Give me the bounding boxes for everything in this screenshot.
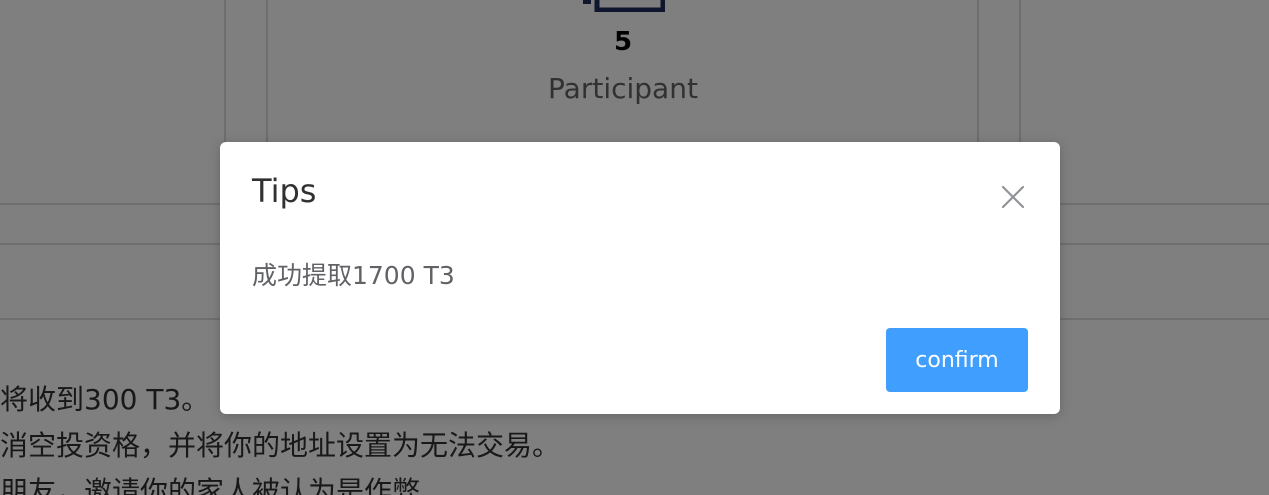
confirm-button[interactable]: confirm [886,328,1028,392]
dialog-message: 成功提取1700 T3 [252,261,455,290]
close-icon[interactable] [996,180,1030,214]
page: 5 Participant 将收到300 T3。 消空投资格，并将你的地址设置为… [0,0,1269,495]
tips-dialog: Tips 成功提取1700 T3 confirm [220,142,1060,414]
dialog-title: Tips [252,172,317,210]
